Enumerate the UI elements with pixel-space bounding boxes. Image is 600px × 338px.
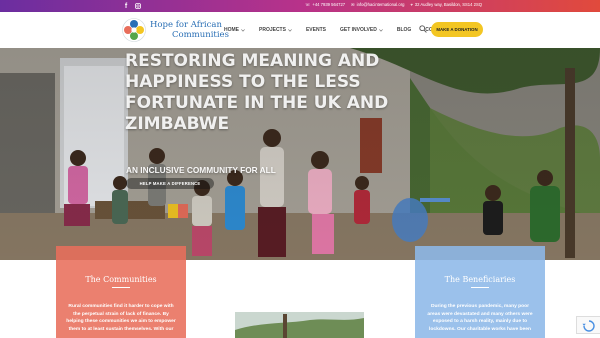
chevron-down-icon	[379, 28, 383, 32]
phone-text: +44 7939 564727	[312, 2, 346, 7]
site-logo[interactable]	[121, 17, 147, 43]
location-pin-icon: ⌖	[410, 2, 413, 7]
brand-name[interactable]: Hope for African Communities	[150, 20, 229, 40]
facebook-icon[interactable]: f	[120, 0, 132, 12]
communities-card: The Communities Rural communities find i…	[56, 246, 186, 338]
nav-blog-label: BLOG	[396, 27, 412, 33]
hero-title: RESTORING MEANING AND HAPPINESS TO THE L…	[125, 51, 389, 134]
nav-events[interactable]: EVENTS	[306, 27, 326, 33]
brand-line-1: Hope for African	[150, 20, 222, 30]
donate-button-label: MAKE A DONATION	[436, 27, 478, 32]
phone-item[interactable]: ☏ +44 7939 564727	[305, 2, 345, 7]
nav-blog[interactable]: BLOG	[397, 27, 411, 33]
chevron-down-icon	[288, 28, 292, 32]
donate-button[interactable]: MAKE A DONATION	[431, 22, 483, 37]
beneficiaries-card-text: During the previous pandemic, many poor …	[427, 304, 533, 332]
address-item: ⌖ 32 Audley way, Basildon, SS14 2SQ	[410, 2, 482, 7]
address-text: 32 Audley way, Basildon, SS14 2SQ	[414, 2, 482, 7]
menu: HOME PROJECTS EVENTS GET INVOLVED BLOG C…	[224, 12, 449, 48]
chevron-down-icon	[241, 28, 245, 32]
communities-card-divider	[112, 287, 130, 288]
instagram-icon[interactable]	[132, 0, 144, 12]
help-make-difference-button[interactable]: HELP MAKE A DIFFERENCE	[126, 178, 214, 189]
content-photo	[235, 312, 364, 338]
beneficiaries-card: The Beneficiaries During the previous pa…	[415, 246, 545, 338]
hero-subtitle: AN INCLUSIVE COMMUNITY FOR ALL	[126, 165, 276, 175]
nav-projects-label: PROJECTS	[259, 27, 286, 33]
top-contact-bar: f ☏ +44 7939 564727 ✉ info@hacinternationa…	[0, 0, 600, 12]
beneficiaries-card-divider	[471, 287, 489, 288]
search-icon[interactable]	[419, 25, 427, 33]
phone-icon: ☏	[305, 2, 311, 7]
communities-card-text: Rural communities find it harder to cope…	[66, 304, 176, 332]
nav-home[interactable]: HOME	[224, 27, 245, 33]
recaptcha-badge[interactable]	[576, 316, 600, 334]
communities-card-title: The Communities	[85, 275, 157, 284]
email-item[interactable]: ✉ info@hacinternational.org	[351, 2, 404, 7]
nav-projects[interactable]: PROJECTS	[259, 27, 292, 33]
mail-icon: ✉	[351, 2, 355, 7]
beneficiaries-card-title: The Beneficiaries	[444, 275, 516, 284]
nav-get-involved[interactable]: GET INVOLVED	[340, 27, 383, 33]
hero-banner: RESTORING MEANING AND HAPPINESS TO THE L…	[0, 48, 600, 260]
recaptcha-icon	[582, 320, 595, 332]
nav-events-label: EVENTS	[305, 27, 326, 33]
brand-line-2: Communities	[172, 30, 229, 40]
main-navigation: Hope for African Communities HOME PROJEC…	[0, 12, 600, 48]
nav-home-label: HOME	[224, 27, 239, 33]
email-text: info@hacinternational.org	[356, 2, 405, 7]
contact-info: ☏ +44 7939 564727 ✉ info@hacinternational.…	[305, 2, 482, 7]
nav-get-involved-label: GET INVOLVED	[339, 27, 377, 33]
help-make-difference-label: HELP MAKE A DIFFERENCE	[139, 181, 201, 186]
